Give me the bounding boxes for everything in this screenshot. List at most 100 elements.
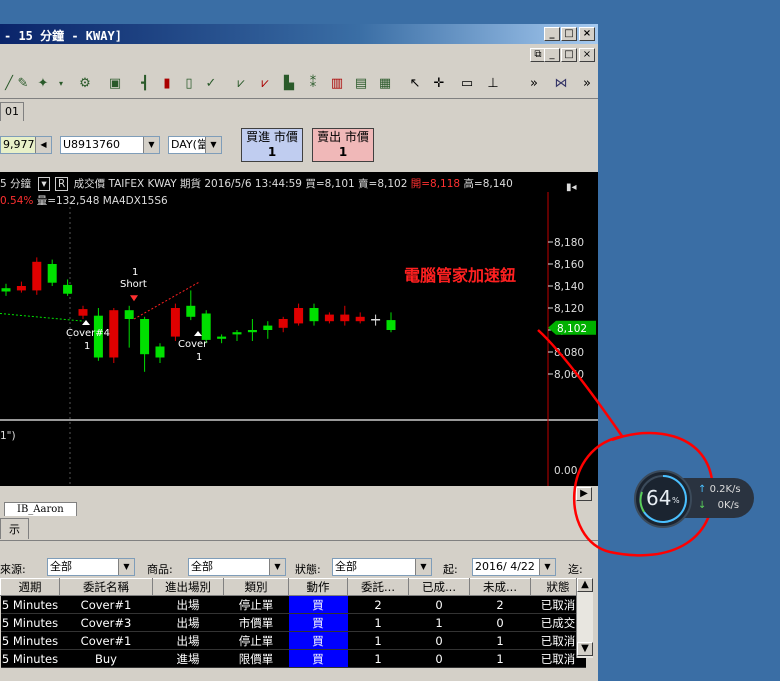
checkmark-line-icon[interactable]: ✓ (202, 75, 220, 93)
settings-icon[interactable]: ⚙ (76, 75, 94, 93)
close-button[interactable]: × (579, 27, 595, 41)
col-order-qty[interactable]: 委託... (347, 578, 409, 596)
sub-close-button[interactable]: × (579, 48, 595, 62)
chevron-down-icon[interactable]: ▼ (269, 559, 285, 575)
cell: 買 (288, 613, 348, 632)
buy-button-label: 買進 市價 (246, 130, 298, 144)
sell-button-qty: 1 (338, 145, 348, 159)
table-row[interactable]: 5 Minutes Buy 進場 限價單 買 1 0 1 已取消 (0, 649, 586, 668)
chart-interval: 5 分鐘 (0, 178, 32, 190)
time-in-force-value: DAY(當 (171, 138, 208, 151)
chevron-down-icon[interactable]: ▼ (205, 137, 221, 153)
col-type[interactable]: 類別 (223, 578, 289, 596)
col-period[interactable]: 週期 (0, 578, 60, 596)
table-row[interactable]: 5 Minutes Cover#1 出場 停止單 買 1 0 1 已取消 (0, 631, 586, 650)
scroll-down-icon[interactable]: ▼ (577, 642, 593, 656)
candle-body (340, 314, 350, 322)
candlestick-icon[interactable]: ▮ (158, 75, 176, 93)
speed-gauge[interactable]: 64 % (634, 470, 692, 528)
candle-body (140, 319, 150, 355)
scroll-up-icon[interactable]: ▲ (577, 578, 593, 592)
pattern-v-red-icon[interactable]: ⩗ (256, 75, 274, 93)
horizontal-line-icon[interactable]: ⊥ (484, 75, 502, 93)
col-filled-qty[interactable]: 已成... (408, 578, 470, 596)
r-marker[interactable]: R (55, 177, 69, 191)
window-title: - 15 分鐘 - KWAY] (4, 29, 122, 43)
histogram-icon[interactable]: ▙ (280, 75, 298, 93)
toolbar-overflow-icon-2[interactable]: » (578, 75, 596, 93)
bars-red-icon[interactable]: ▥ (328, 75, 346, 93)
properties-icon[interactable]: ▣ (106, 75, 124, 93)
candle-body (294, 308, 304, 324)
time-in-force-select[interactable]: DAY(當 ▼ (168, 136, 222, 154)
table-row[interactable]: 5 Minutes Cover#1 出場 停止單 買 2 0 2 已取消 (0, 595, 586, 614)
crosshair-icon[interactable]: ✛ (430, 75, 448, 93)
candle-body (170, 308, 180, 337)
cross-mark-icon[interactable]: ⁑ (304, 75, 322, 93)
split-arrows-icon[interactable]: ⋈ (552, 75, 570, 93)
title-bar[interactable]: - 15 分鐘 - KWAY] _ □ × (0, 24, 598, 44)
annotation-qty: 1 (196, 352, 202, 363)
scroll-to-end-icon[interactable]: ▮◂ (566, 182, 577, 193)
draw-tool-icon[interactable]: ✎ (14, 75, 32, 93)
orders-table: 週期 委託名稱 進出場別 類別 動作 委託... 已成... 未成... 狀態 … (0, 578, 586, 668)
comment-icon[interactable]: ▭ (458, 75, 476, 93)
chart-header-line2: 0.54% 量=132,548 MA4DX15S6 (0, 193, 168, 208)
col-entry-exit[interactable]: 進出場別 (152, 578, 224, 596)
chevron-down-icon[interactable]: ▼ (415, 559, 431, 575)
pointer-icon[interactable]: ↖ (406, 75, 424, 93)
tab-ib-aaron[interactable]: IB_Aaron (4, 502, 77, 517)
chart-scrollbar[interactable]: ▶ (0, 486, 592, 502)
table-row[interactable]: 5 Minutes Cover#3 出場 市價單 買 1 1 0 已成交 (0, 613, 586, 632)
tab-chart[interactable]: 01 (0, 102, 24, 121)
price-chart[interactable]: 8,1808,1608,1408,1208,1008,0808,0600.001… (0, 172, 598, 486)
sub-maximize-button[interactable]: □ (561, 48, 577, 62)
panel-section-tab[interactable]: 示 (0, 518, 29, 539)
magic-tool-icon[interactable]: ✦ (34, 75, 52, 93)
sell-market-button[interactable]: 賣出 市價 1 (312, 128, 374, 162)
table-vertical-scrollbar[interactable]: ▲ ▼ (576, 578, 593, 658)
candle-body (63, 284, 73, 294)
start-date-picker[interactable]: 2016/ 4/22 ▼ (472, 558, 556, 576)
bars-green-icon[interactable]: ▤ (352, 75, 370, 93)
chevron-down-icon[interactable]: ▼ (539, 559, 555, 575)
interval-dropdown-icon[interactable]: ▾ (38, 177, 50, 191)
minimize-button[interactable]: _ (544, 27, 560, 41)
status-select[interactable]: 全部 ▼ (332, 558, 432, 576)
col-unfilled-qty[interactable]: 未成... (469, 578, 531, 596)
buy-button-qty: 1 (267, 145, 277, 159)
toolbar-overflow-icon[interactable]: » (525, 75, 543, 93)
candle-body (155, 346, 165, 358)
ohlc-bar-icon[interactable]: ┫ (136, 75, 154, 93)
candle-body (324, 314, 334, 322)
scroll-right-icon[interactable]: ▶ (576, 487, 592, 501)
chevron-down-icon[interactable]: ▼ (118, 559, 134, 575)
maximize-button[interactable]: □ (561, 27, 577, 41)
product-select[interactable]: 全部 ▼ (188, 558, 286, 576)
annotation-qty: 1 (84, 341, 90, 352)
chevron-down-icon[interactable]: ▼ (143, 137, 159, 153)
pattern-v-icon[interactable]: ⩗ (232, 75, 250, 93)
sell-button-label: 賣出 市價 (317, 130, 369, 144)
overlay-annotation-label: 電腦管家加速鈕 (404, 266, 517, 285)
candle-hollow-icon[interactable]: ▯ (180, 75, 198, 93)
buy-market-button[interactable]: 買進 市價 1 (241, 128, 303, 162)
candle-body (78, 309, 88, 316)
cell: 進場 (152, 649, 224, 668)
status-label: 狀態: (295, 563, 321, 576)
download-speed-value: 0K/s (717, 500, 740, 511)
tool-dropdown-icon[interactable]: ▾ (52, 75, 70, 93)
panel-divider (0, 540, 598, 541)
bars-mixed-icon[interactable]: ▦ (376, 75, 394, 93)
source-select[interactable]: 全部 ▼ (47, 558, 135, 576)
chart-quote-info: 成交價 TAIFEX KWAY 期貨 2016/5/6 13:44:59 買=8… (73, 178, 408, 190)
speed-boost-widget[interactable]: ↑ 0.2K/s ↓ 0K/s 64 % (634, 470, 754, 528)
chevron-left-icon[interactable]: ◀ (35, 137, 51, 153)
col-order-name[interactable]: 委託名稱 (59, 578, 153, 596)
change-percent: 0.54% (0, 195, 34, 207)
col-action[interactable]: 動作 (288, 578, 348, 596)
cover-arrow-icon (194, 331, 202, 336)
account-select[interactable]: U8913760 ▼ (60, 136, 160, 154)
sub-minimize-button[interactable]: _ (544, 48, 560, 62)
price-field[interactable]: 9,977 ◀ (0, 136, 52, 154)
